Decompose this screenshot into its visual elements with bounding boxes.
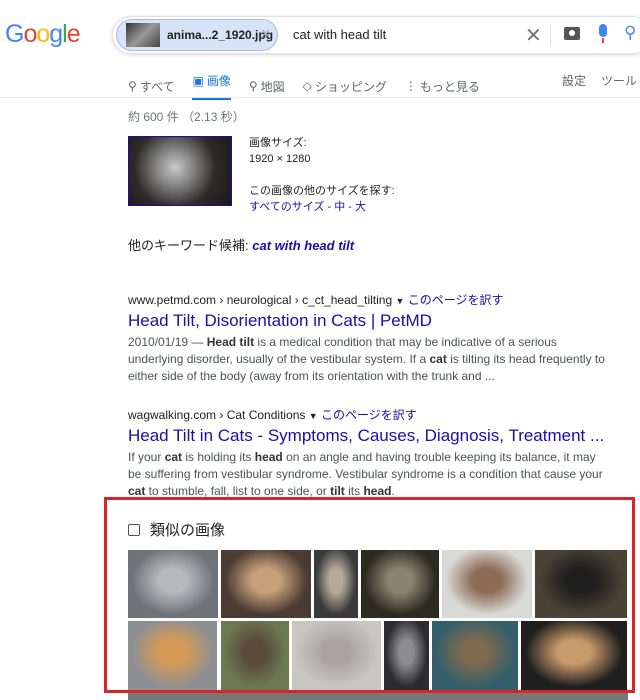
image-size-info: 画像サイズ: 1920 × 1280 xyxy=(249,137,311,165)
medium-size-link[interactable]: 中 xyxy=(334,201,345,213)
search-icon[interactable]: ⚲ xyxy=(624,23,636,43)
similar-image[interactable] xyxy=(128,621,217,690)
result-stats: 約 600 件 （2.13 秒） xyxy=(128,110,245,124)
similar-images-heading: 類似の画像 xyxy=(128,519,225,540)
mic-icon[interactable] xyxy=(599,24,607,43)
query-image-thumbnail[interactable] xyxy=(128,136,232,206)
other-sizes: この画像の他のサイズを探す: すべてのサイズ - 中 - 大 xyxy=(249,185,395,213)
similar-image[interactable] xyxy=(292,621,381,690)
chip-filename: anima...2_1920.jpg xyxy=(167,28,274,42)
close-icon[interactable]: ✕ xyxy=(525,23,542,48)
image-icon xyxy=(128,523,140,536)
similar-image[interactable] xyxy=(384,621,429,690)
pin-icon: ⚲ xyxy=(248,79,258,93)
more-icon: ⋮ xyxy=(404,79,417,93)
google-logo[interactable]: Google xyxy=(5,20,81,49)
keyword-link[interactable]: cat with head tilt xyxy=(252,238,354,253)
result-snippet: 2010/01/19 — Head tilt is a medical cond… xyxy=(128,335,605,383)
similar-image[interactable] xyxy=(314,550,358,618)
tab-more[interactable]: ⋮ もっと見る xyxy=(405,72,480,100)
similar-image[interactable] xyxy=(442,550,532,618)
tag-icon: ◇ xyxy=(302,79,312,93)
similar-image[interactable] xyxy=(128,550,218,618)
tools-link[interactable]: ツール xyxy=(601,72,637,89)
result-snippet: If your cat is holding its head on an an… xyxy=(128,450,603,498)
chip-thumbnail xyxy=(126,23,160,47)
divider xyxy=(550,24,551,46)
more-similar-images xyxy=(128,692,628,700)
translate-link[interactable]: このページを訳す xyxy=(321,408,417,422)
search-icon: ⚲ xyxy=(128,79,137,93)
tab-shopping[interactable]: ◇ ショッピング xyxy=(303,72,387,100)
search-image-chip[interactable]: anima...2_1920.jpg ✕ xyxy=(116,19,278,51)
camera-icon[interactable] xyxy=(564,27,580,40)
tab-maps[interactable]: ⚲ 地図 xyxy=(249,72,285,100)
large-size-link[interactable]: 大 xyxy=(355,201,366,213)
search-result: www.petmd.com › neurological › c_ct_head… xyxy=(128,291,608,385)
all-sizes-link[interactable]: すべてのサイズ xyxy=(249,201,324,213)
result-cite: www.petmd.com › neurological › c_ct_head… xyxy=(128,293,393,307)
search-result: wagwalking.com › Cat Conditions ▼ このページを… xyxy=(128,406,608,499)
image-icon: ▣ xyxy=(192,73,204,88)
tab-images[interactable]: ▣ 画像 xyxy=(192,72,231,100)
similar-image[interactable] xyxy=(361,550,439,618)
similar-image[interactable] xyxy=(521,621,627,690)
tab-all[interactable]: ⚲ すべて xyxy=(128,72,174,100)
search-tabs: ⚲ すべて ▣ 画像 ⚲ 地図 ◇ ショッピング ⋮ もっと見る xyxy=(128,72,498,100)
translate-link[interactable]: このページを訳す xyxy=(408,293,504,307)
search-input[interactable]: cat with head tilt xyxy=(293,27,386,42)
similar-image[interactable] xyxy=(221,621,289,690)
similar-image[interactable] xyxy=(432,621,518,690)
similar-image[interactable] xyxy=(535,550,627,618)
result-title[interactable]: Head Tilt, Disorientation in Cats | PetM… xyxy=(128,311,608,331)
result-title[interactable]: Head Tilt in Cats - Symptoms, Causes, Di… xyxy=(128,426,608,446)
keyword-suggestion: 他のキーワード候補: cat with head tilt xyxy=(128,238,355,253)
chip-remove-icon[interactable]: ✕ xyxy=(260,26,271,42)
similar-image[interactable] xyxy=(221,550,311,618)
settings-link[interactable]: 設定 xyxy=(562,72,586,89)
divider xyxy=(0,97,640,98)
result-cite: wagwalking.com › Cat Conditions xyxy=(128,408,306,422)
